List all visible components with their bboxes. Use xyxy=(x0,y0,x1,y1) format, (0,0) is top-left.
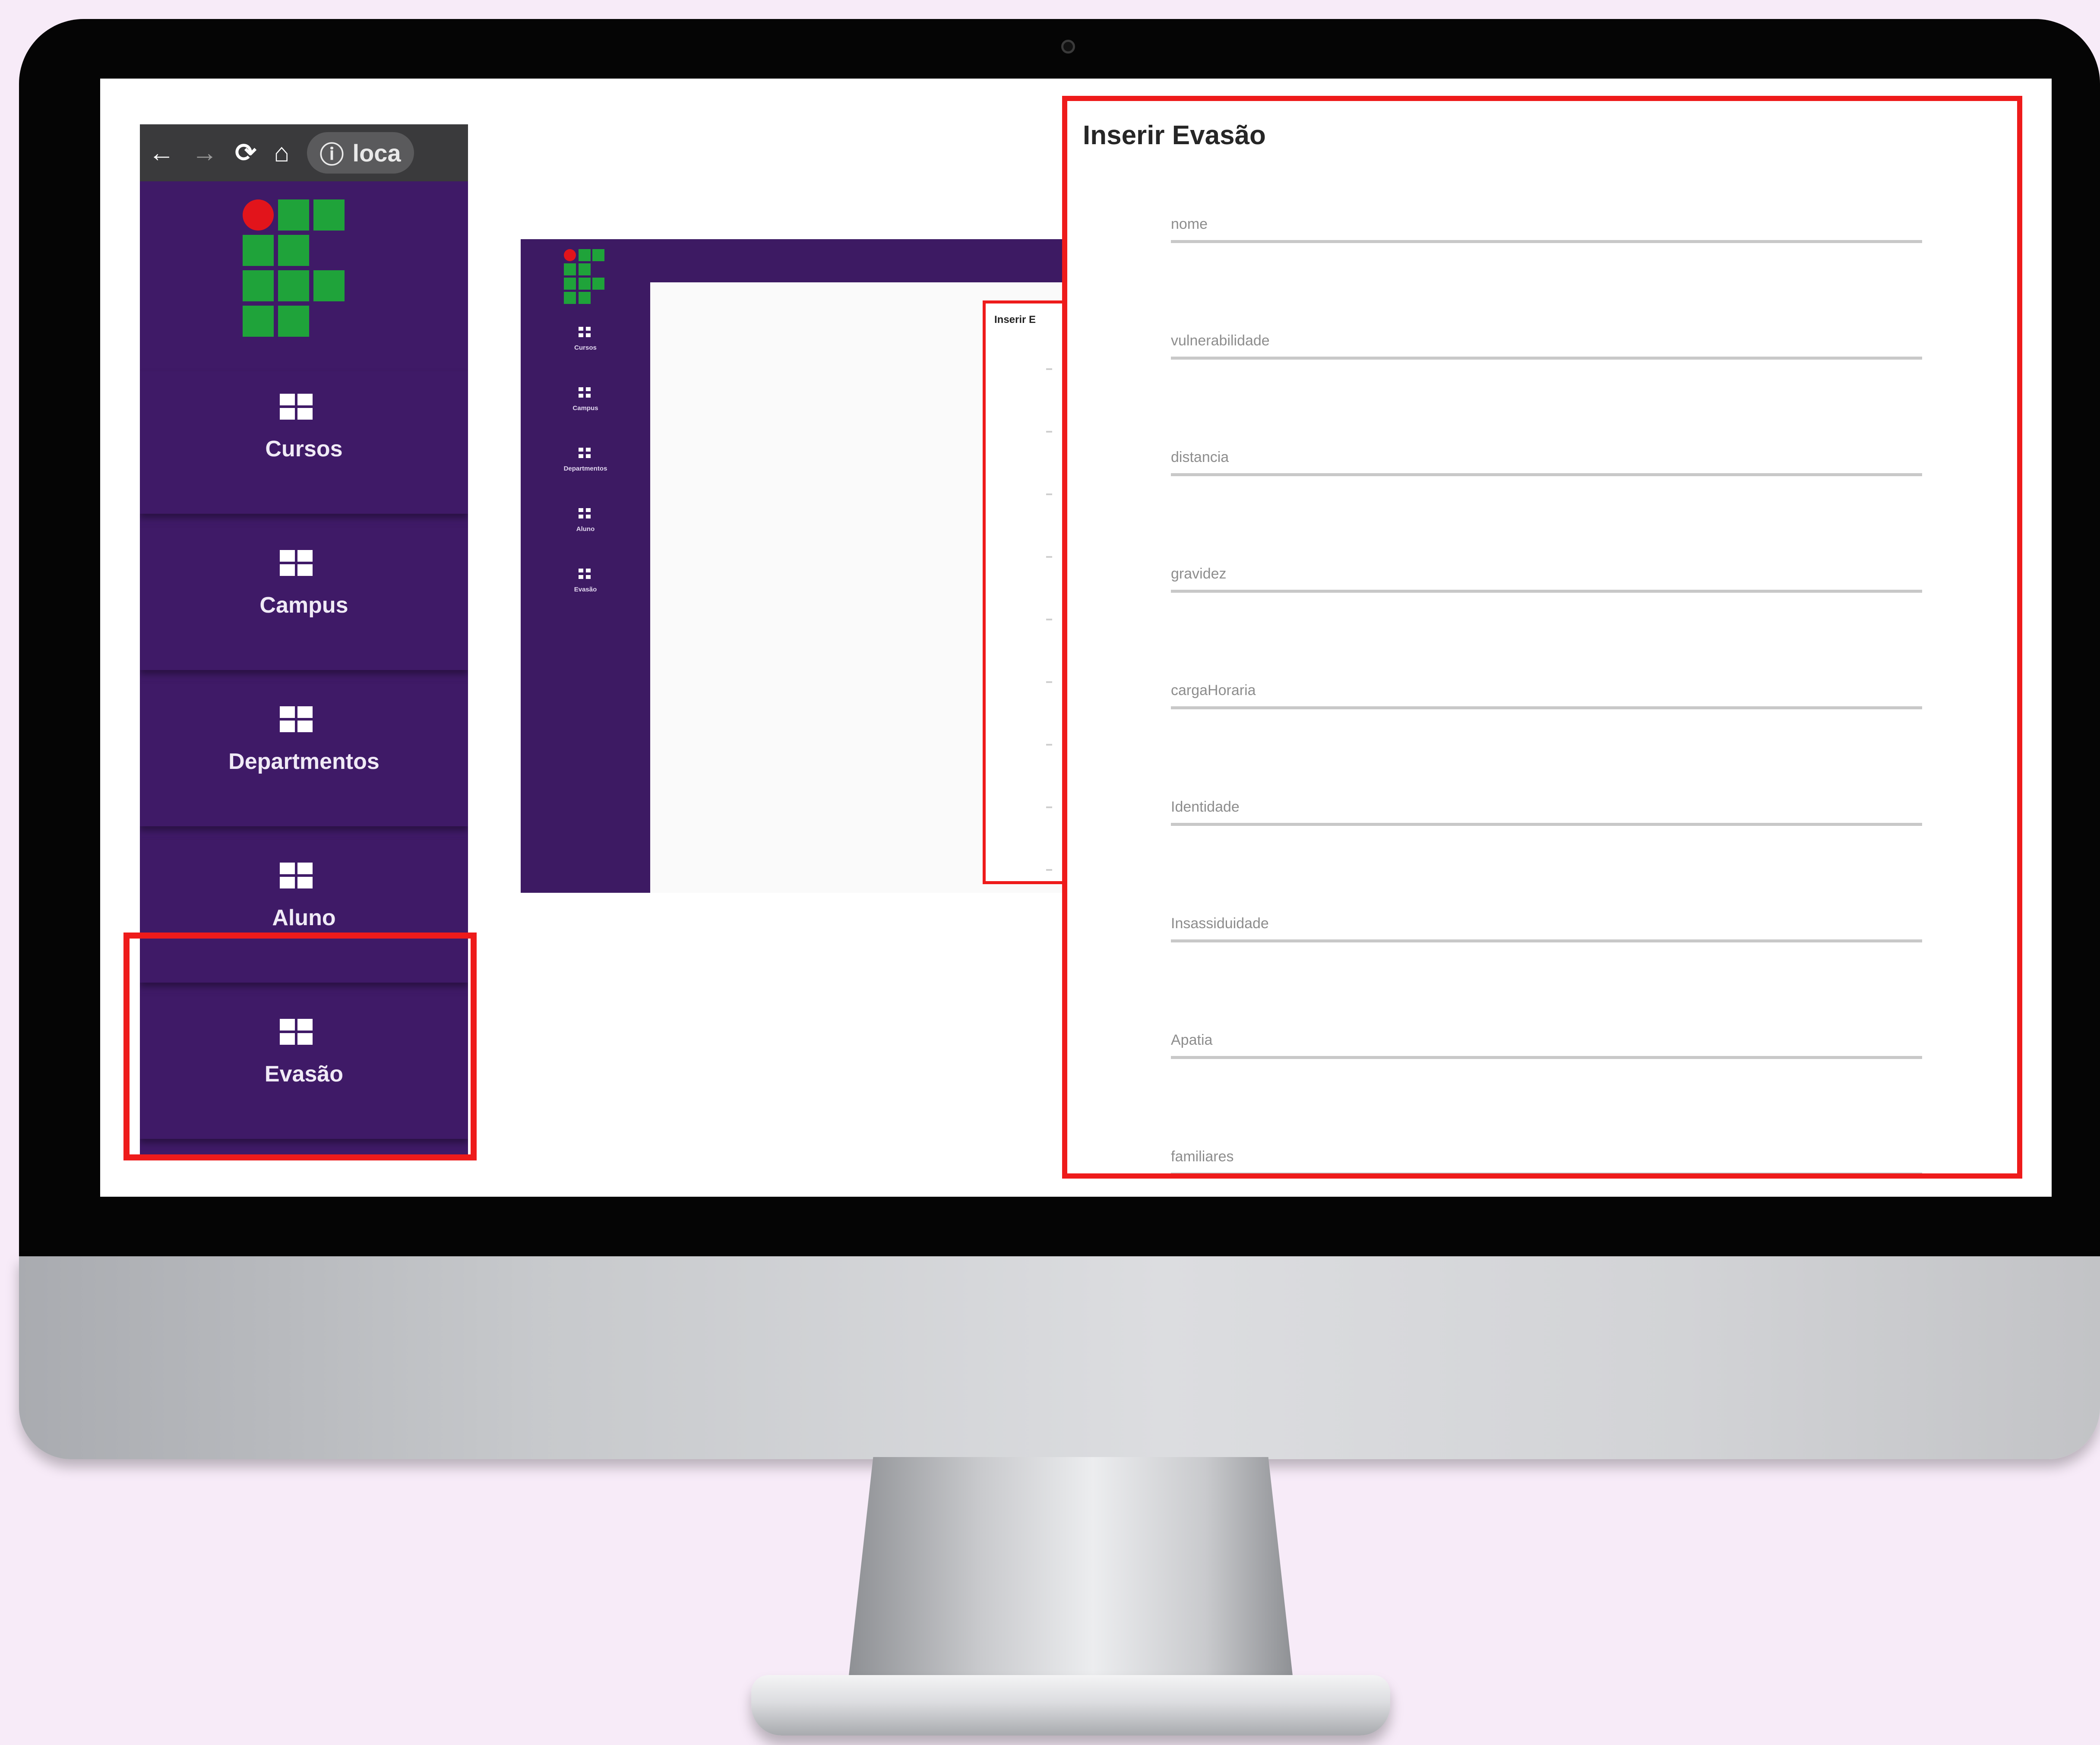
arrow-left-icon[interactable]: ← xyxy=(149,140,174,166)
sidebar-item-label: Departmentos xyxy=(228,749,380,774)
thumbnail-nav-label: Cursos xyxy=(574,344,597,351)
monitor-stand-base xyxy=(751,1675,1390,1736)
field-label: Apatia xyxy=(1171,1032,1213,1048)
insassiduidade-field[interactable]: Insassiduidade xyxy=(1171,915,1922,967)
if-logo xyxy=(243,199,345,337)
thumbnail-nav-aluno: Aluno xyxy=(521,496,650,552)
thumbnail-nav-evasao: Evasão xyxy=(521,556,650,613)
field-underline xyxy=(1171,1056,1922,1059)
thumbnail-nav-departmentos: Departmentos xyxy=(521,436,650,492)
gravidez-field[interactable]: gravidez xyxy=(1171,566,1922,617)
arrow-right-icon[interactable]: → xyxy=(192,140,218,166)
thumbnail-sidebar: Cursos Campus Departmentos Aluno Evasão xyxy=(521,239,650,893)
field-underline xyxy=(1171,240,1922,243)
nome-field[interactable]: nome xyxy=(1171,216,1922,268)
thumbnail-field xyxy=(1046,556,1052,558)
sidebar-item-label: Cursos xyxy=(265,436,343,462)
browser-toolbar: ← → ⟳ ⌂ ⓘ loca xyxy=(140,124,468,181)
distancia-field[interactable]: distancia xyxy=(1171,449,1922,501)
thumbnail-nav-label: Evasão xyxy=(574,586,597,593)
if-logo xyxy=(564,249,604,304)
sidebar-item-cursos[interactable]: Cursos xyxy=(140,371,468,514)
thumbnail-field xyxy=(1046,869,1052,871)
sidebar-item-campus[interactable]: Campus xyxy=(140,528,468,670)
sidebar-item-label: Campus xyxy=(259,593,348,618)
thumbnail-field xyxy=(1046,681,1052,683)
thumbnail-field xyxy=(1046,431,1052,433)
info-icon: ⓘ xyxy=(319,141,344,168)
field-label: Identidade xyxy=(1171,799,1240,815)
form-panel: Inserir Evasão nome vulnerabilidade dist… xyxy=(1062,96,2022,1179)
field-label: familiares xyxy=(1171,1148,1234,1165)
dashboard-icon xyxy=(280,550,313,576)
dashboard-icon xyxy=(579,508,591,518)
field-underline xyxy=(1171,473,1922,476)
field-underline xyxy=(1171,706,1922,709)
familiares-field[interactable]: familiares xyxy=(1171,1148,1922,1176)
field-underline xyxy=(1171,939,1922,942)
thumbnail-field xyxy=(1046,619,1052,620)
thumbnail-field xyxy=(1046,744,1052,746)
thumbnail-nav-campus: Campus xyxy=(521,375,650,431)
thumbnail-form-panel: Inserir E xyxy=(983,300,1065,884)
field-label: cargaHoraria xyxy=(1171,682,1256,699)
evasao-highlight-box xyxy=(123,933,477,1160)
field-underline xyxy=(1171,823,1922,826)
field-underline xyxy=(1171,590,1922,593)
address-bar[interactable]: ⓘ loca xyxy=(307,132,414,174)
thumbnail-field xyxy=(1046,368,1052,370)
identidade-field[interactable]: Identidade xyxy=(1171,799,1922,850)
thumbnail-field xyxy=(1046,806,1052,808)
form-title: Inserir Evasão xyxy=(1083,120,1266,150)
address-text: loca xyxy=(352,139,401,167)
thumbnail-field xyxy=(1046,493,1052,495)
sidebar-item-departmentos[interactable]: Departmentos xyxy=(140,684,468,826)
dashboard-icon xyxy=(280,863,313,888)
field-label: nome xyxy=(1171,216,1208,232)
thumbnail-nav-label: Aluno xyxy=(576,525,595,533)
monitor-chin xyxy=(19,1256,2100,1459)
sidebar-item-label: Aluno xyxy=(272,905,336,930)
dashboard-icon xyxy=(280,394,313,420)
field-label: vulnerabilidade xyxy=(1171,332,1270,349)
thumbnail-nav-label: Campus xyxy=(572,405,598,412)
field-underline xyxy=(1171,357,1922,360)
home-icon[interactable]: ⌂ xyxy=(274,140,289,166)
dashboard-icon xyxy=(579,327,591,337)
field-label: Insassiduidade xyxy=(1171,915,1269,932)
field-underline xyxy=(1171,1173,1922,1176)
dashboard-icon xyxy=(579,569,591,579)
thumbnail-nav-cursos: Cursos xyxy=(521,315,650,371)
carga-horaria-field[interactable]: cargaHoraria xyxy=(1171,682,1922,734)
monitor-stand xyxy=(846,1457,1295,1699)
field-label: distancia xyxy=(1171,449,1229,465)
app-thumbnail: Cursos Campus Departmentos Aluno Evasão … xyxy=(521,239,1065,893)
dashboard-icon xyxy=(280,706,313,732)
field-label: gravidez xyxy=(1171,566,1227,582)
thumbnail-form-title: Inserir E xyxy=(994,314,1036,326)
dashboard-icon xyxy=(579,387,591,398)
camera-icon xyxy=(1061,40,1075,54)
vulnerabilidade-field[interactable]: vulnerabilidade xyxy=(1171,332,1922,384)
dashboard-icon xyxy=(579,448,591,458)
apatia-field[interactable]: Apatia xyxy=(1171,1032,1922,1084)
thumbnail-nav-label: Departmentos xyxy=(563,465,607,472)
reload-icon[interactable]: ⟳ xyxy=(235,140,256,166)
